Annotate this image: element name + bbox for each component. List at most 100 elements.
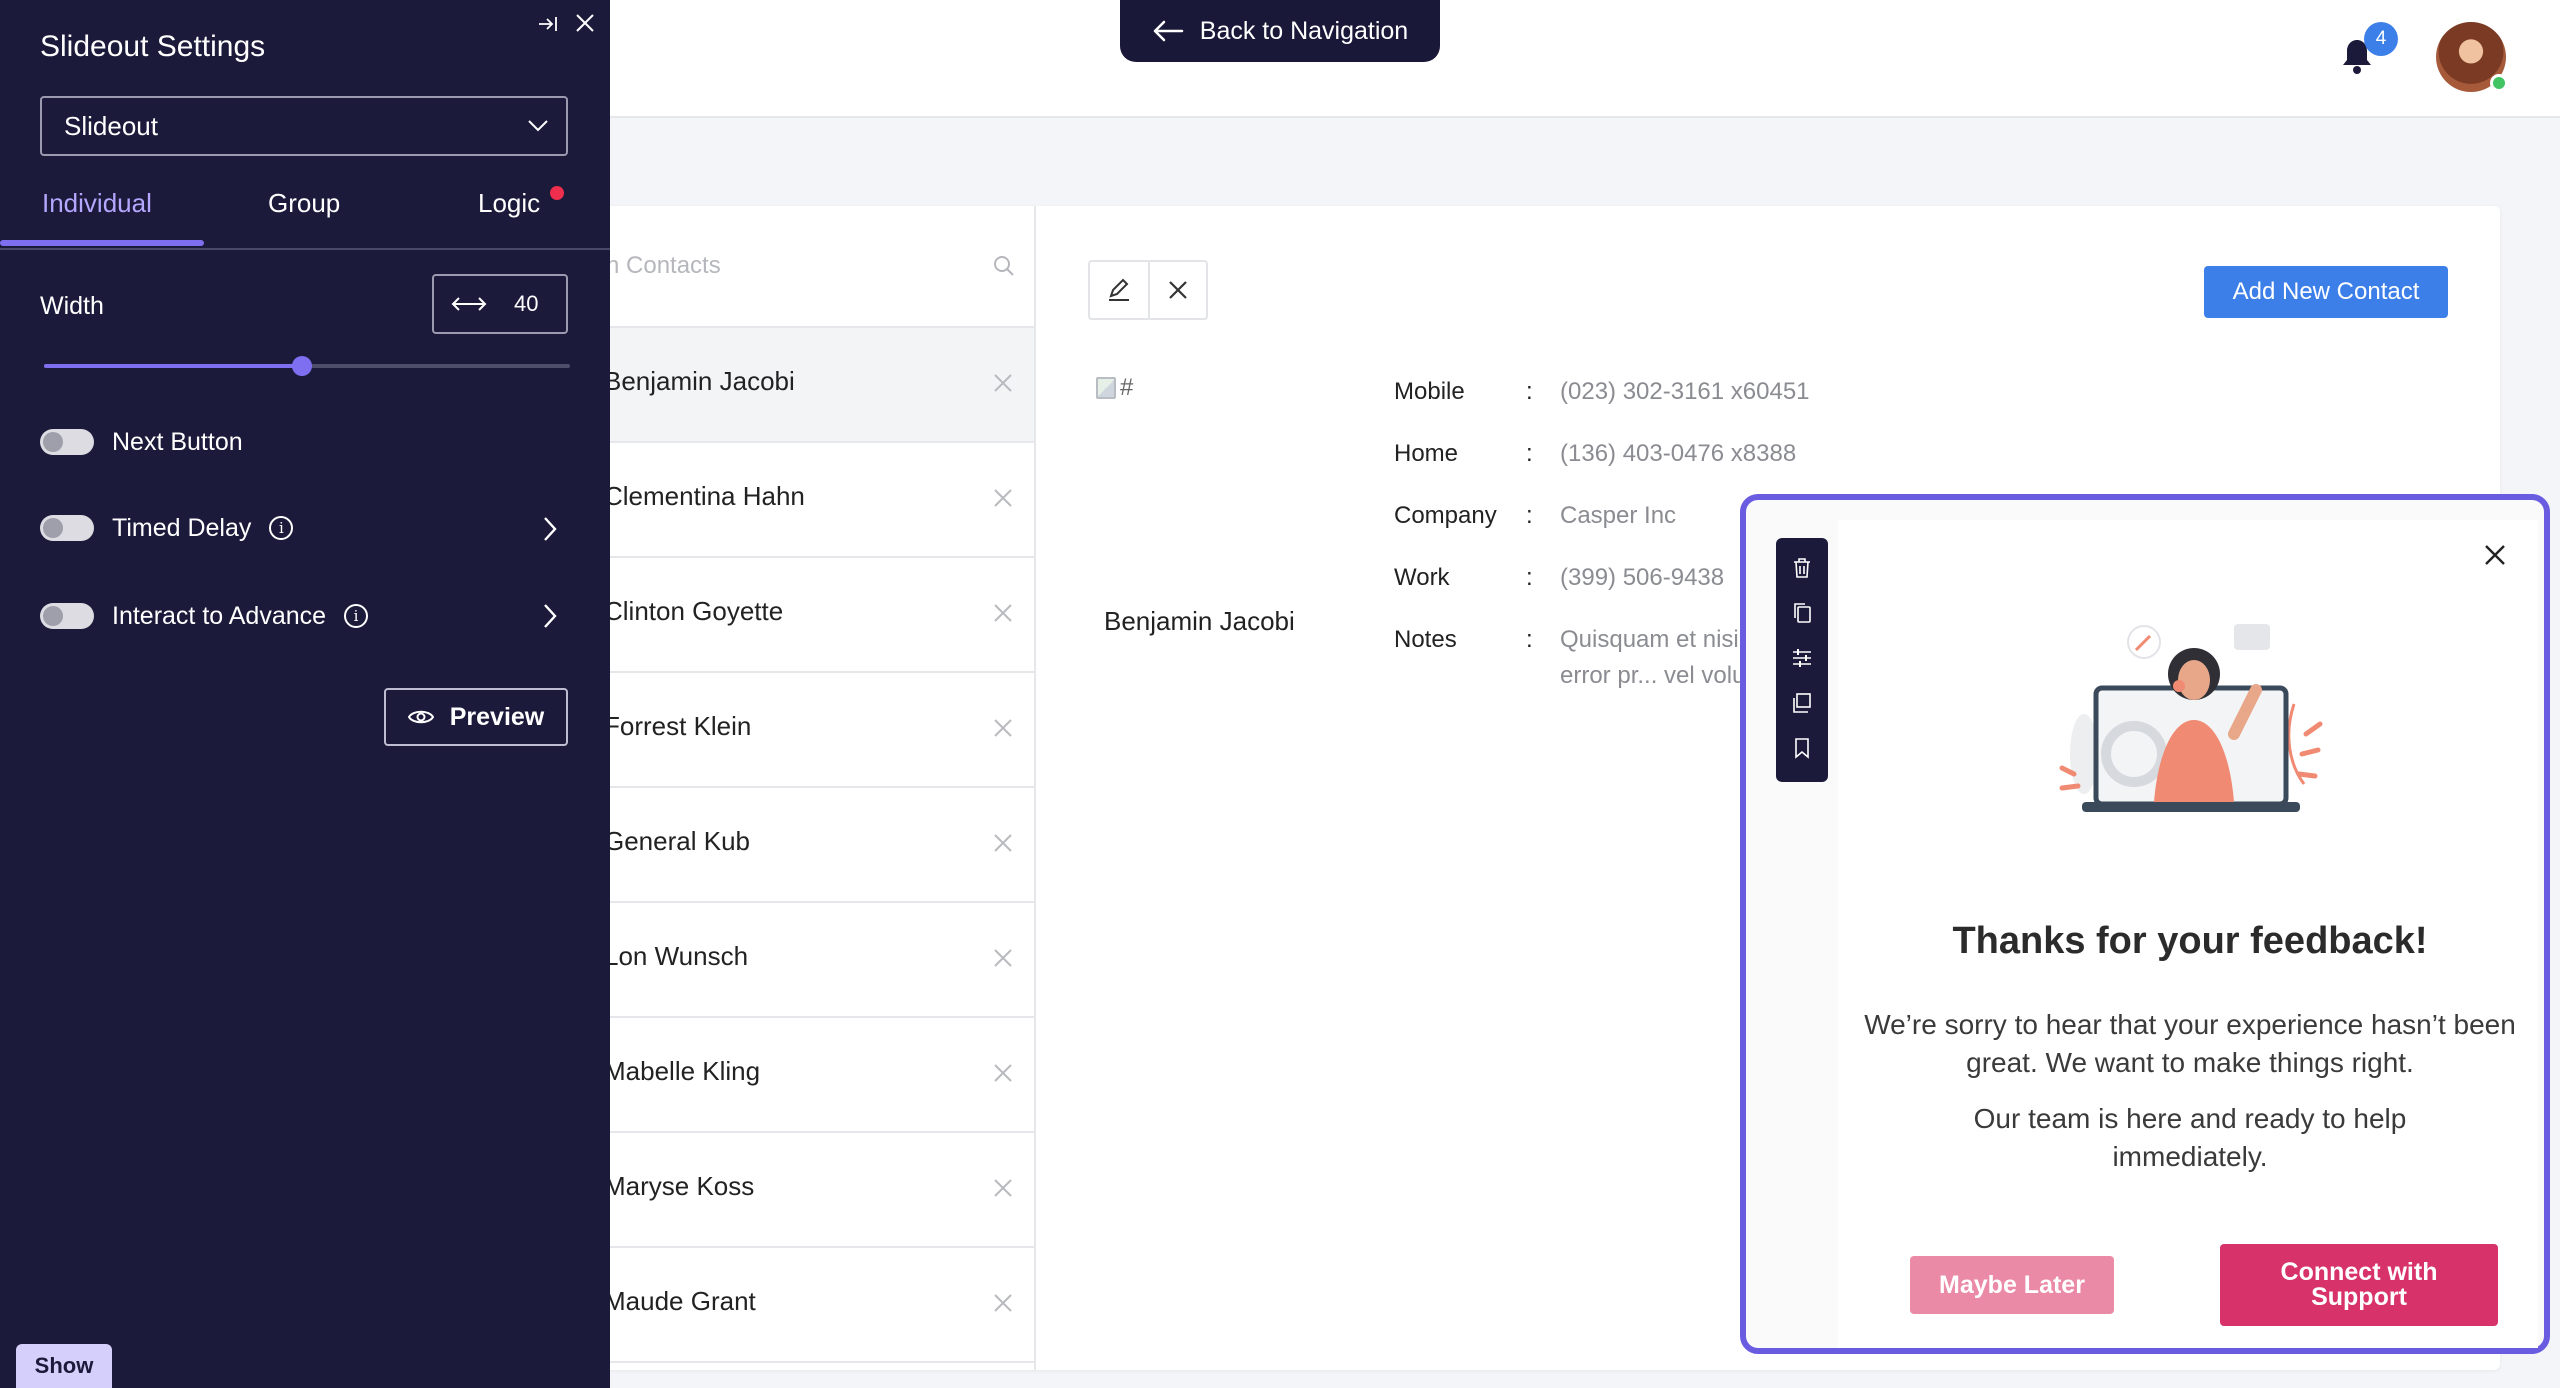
remove-contact-icon[interactable]	[992, 487, 1014, 509]
field-separator: :	[1526, 440, 1533, 467]
contact-row[interactable]: Mabelle Kling	[560, 1018, 1034, 1133]
next-button-row: Next Button	[40, 422, 243, 462]
contact-rows: Benjamin Jacobi Clementina Hahn Clinton Go…	[560, 328, 1034, 1363]
sliders-icon[interactable]	[1787, 642, 1817, 673]
connect-with-support-button[interactable]: Connect with Support	[2220, 1244, 2498, 1326]
online-status-dot	[2490, 74, 2508, 92]
contact-row-name: Benjamin Jacobi	[604, 366, 795, 396]
chevron-down-icon	[528, 120, 548, 132]
chevron-right-icon[interactable]	[540, 514, 560, 544]
logic-alert-dot	[550, 186, 564, 200]
close-icon	[1169, 281, 1187, 299]
contact-row[interactable]: Maude Grant	[560, 1248, 1034, 1363]
show-button[interactable]: Show	[16, 1344, 112, 1388]
contact-row-name: General Kub	[604, 826, 750, 856]
tab-individual[interactable]: Individual	[42, 188, 152, 219]
slideout-type-select[interactable]: Slideout	[40, 96, 568, 156]
contact-row-name: Maude Grant	[604, 1286, 756, 1316]
field-value: (023) 302-3161 x60451	[1560, 378, 1810, 405]
field-label: Notes	[1394, 626, 1457, 653]
remove-contact-icon[interactable]	[992, 832, 1014, 854]
field-separator: :	[1526, 626, 1533, 653]
close-icon[interactable]	[2482, 542, 2508, 568]
layers-icon[interactable]	[1787, 687, 1817, 718]
tab-logic[interactable]: Logic	[478, 188, 540, 219]
remove-contact-icon[interactable]	[992, 947, 1014, 969]
broken-image-icon	[1096, 377, 1116, 399]
panel-tabs: Individual Group Logic	[0, 180, 610, 250]
next-button-label: Next Button	[112, 427, 243, 456]
eye-icon	[407, 710, 434, 724]
remove-contact-icon[interactable]	[992, 1062, 1014, 1084]
remove-contact-icon[interactable]	[992, 1292, 1014, 1314]
contact-row-name: Maryse Koss	[604, 1171, 755, 1201]
contact-field: Home: (136) 403-0476 x8388	[1394, 436, 1954, 472]
add-new-contact-button[interactable]: Add New Contact	[2204, 266, 2448, 318]
contact-search[interactable]: n Contacts	[560, 206, 1034, 328]
horizontal-resize-icon	[451, 297, 487, 311]
close-icon[interactable]	[574, 12, 596, 34]
active-tab-indicator	[0, 240, 204, 246]
copy-icon[interactable]	[1787, 597, 1817, 628]
back-to-navigation-button[interactable]: Back to Navigation	[1120, 0, 1440, 62]
next-button-toggle[interactable]	[40, 429, 94, 455]
pencil-icon	[1109, 278, 1129, 301]
field-label: Work	[1394, 564, 1450, 591]
feedback-message: We’re sorry to hear that your experience…	[1864, 1009, 2516, 1078]
slideout-type-value: Slideout	[64, 110, 158, 141]
width-slider-fill	[44, 364, 302, 368]
edit-button[interactable]	[1090, 262, 1148, 318]
contact-row[interactable]: Clementina Hahn	[560, 443, 1034, 558]
trash-icon[interactable]	[1787, 552, 1817, 583]
preview-button[interactable]: Preview	[384, 688, 568, 746]
chevron-right-icon[interactable]	[540, 601, 560, 631]
search-icon[interactable]	[992, 254, 1016, 278]
timed-delay-toggle[interactable]	[40, 515, 94, 541]
detail-toolbar	[1088, 260, 1208, 320]
interact-to-advance-toggle[interactable]	[40, 603, 94, 629]
delete-contact-button[interactable]	[1148, 262, 1206, 318]
contact-row[interactable]: Clinton Goyette	[560, 558, 1034, 673]
feedback-title: Thanks for your feedback!	[1952, 920, 2428, 962]
contact-row[interactable]: Forrest Klein	[560, 673, 1034, 788]
remove-contact-icon[interactable]	[992, 717, 1014, 739]
remove-contact-icon[interactable]	[992, 1177, 1014, 1199]
contact-row[interactable]: Maryse Koss	[560, 1133, 1034, 1248]
panel-title: Slideout Settings	[40, 30, 266, 63]
contact-name: Benjamin Jacobi	[1104, 606, 1295, 636]
contact-row[interactable]: General Kub	[560, 788, 1034, 903]
remove-contact-icon[interactable]	[992, 602, 1014, 624]
notification-count-badge: 4	[2364, 22, 2398, 56]
info-icon[interactable]: i	[344, 604, 369, 628]
width-slider-handle[interactable]	[291, 356, 312, 376]
contact-row-name: Clementina Hahn	[604, 481, 805, 511]
contact-field: Mobile: (023) 302-3161 x60451	[1394, 374, 1954, 410]
remove-contact-icon[interactable]	[992, 372, 1014, 394]
slideout-settings-panel: Slideout Settings Slideout Individual Gr…	[0, 0, 610, 1388]
contact-row-name: Clinton Goyette	[604, 596, 784, 626]
arrow-left-icon	[1153, 20, 1184, 42]
contact-row-name: Forrest Klein	[604, 711, 752, 741]
contact-row-name: Mabelle Kling	[604, 1056, 761, 1086]
contact-list: n Contacts Benjamin Jacobi Clementina Hah…	[560, 206, 1036, 1370]
interact-to-advance-label: Interact to Advance	[112, 601, 327, 630]
search-input[interactable]: n Contacts	[606, 252, 721, 280]
field-label: Company	[1394, 502, 1497, 529]
collapse-panel-icon[interactable]	[536, 12, 560, 36]
width-input[interactable]: 40	[432, 274, 568, 334]
timed-delay-row: Timed Delay i	[40, 508, 294, 548]
maybe-later-button[interactable]: Maybe Later	[1910, 1256, 2114, 1314]
width-label: Width	[40, 292, 104, 320]
preview-label: Preview	[449, 702, 545, 731]
width-value: 40	[514, 291, 539, 316]
contact-row[interactable]: Benjamin Jacobi	[560, 328, 1034, 443]
width-slider[interactable]	[44, 356, 570, 376]
field-label: Home	[1394, 440, 1459, 467]
support-agent-illustration	[2059, 624, 2323, 812]
back-to-navigation-label: Back to Navigation	[1199, 16, 1409, 45]
element-toolbar	[1776, 538, 1828, 782]
contact-row[interactable]: Lon Wunsch	[560, 903, 1034, 1018]
tab-group[interactable]: Group	[268, 188, 340, 219]
info-icon[interactable]: i	[269, 516, 294, 540]
bookmark-icon[interactable]	[1787, 732, 1817, 763]
